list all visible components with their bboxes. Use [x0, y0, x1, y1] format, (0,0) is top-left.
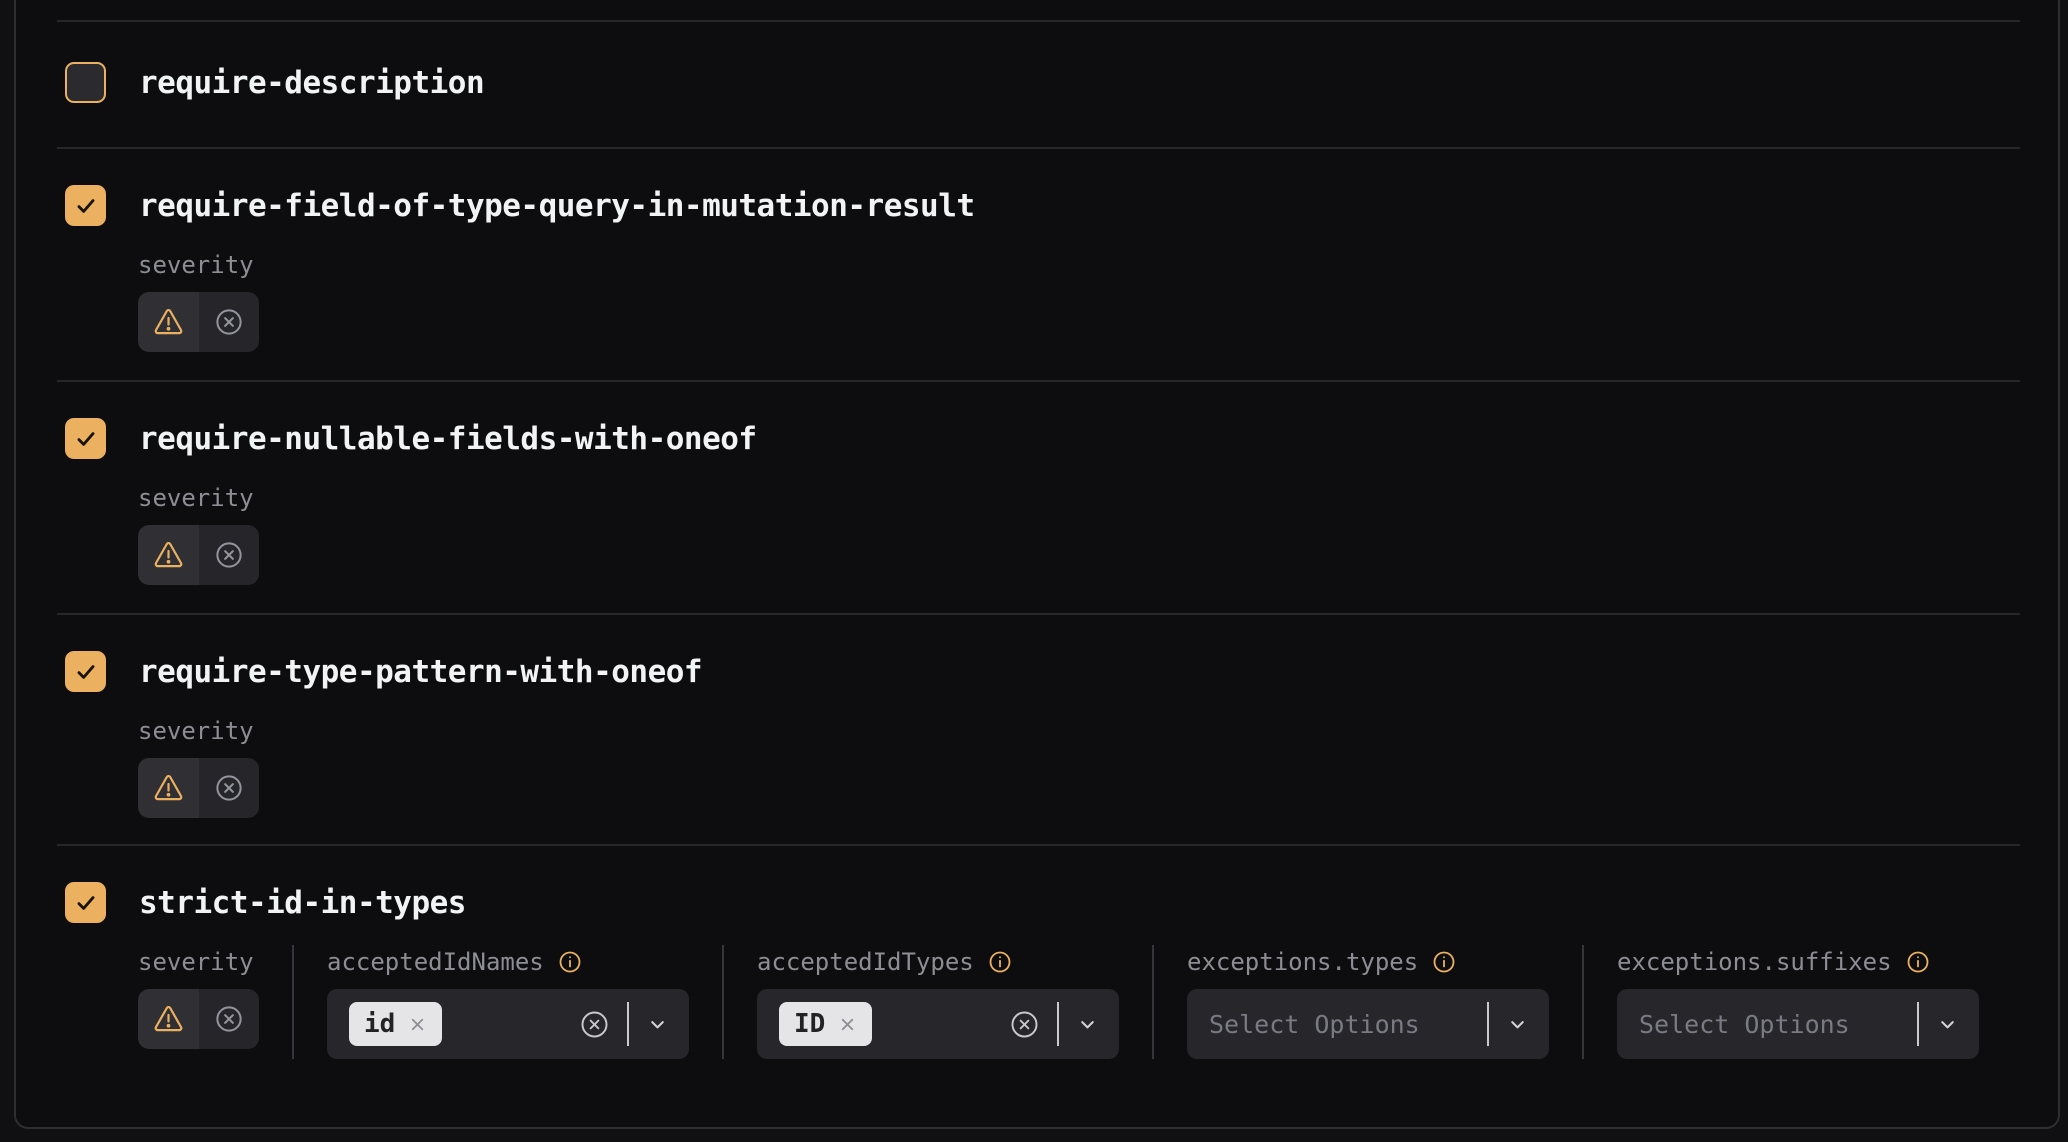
- info-icon[interactable]: [1432, 950, 1456, 974]
- severity-segmented-control-require-field-of-type-query-in-mutation-result[interactable]: [138, 292, 259, 352]
- select-placeholder: Select Options: [1209, 1010, 1420, 1039]
- clear-circle-x-icon[interactable]: [1009, 1009, 1040, 1040]
- rules-panel: require-description require-field-of-typ…: [14, 0, 2060, 1129]
- warning-triangle-icon: [153, 308, 184, 337]
- warning-triangle-icon: [153, 774, 184, 803]
- select-separator: [1917, 1002, 1919, 1046]
- config-column-exceptions.types: exceptions.types Select Options: [1152, 945, 1582, 1059]
- row-spacer: [57, 0, 2020, 20]
- multiselect-acceptedIdTypes[interactable]: ID: [757, 989, 1119, 1059]
- rule-title: require-field-of-type-query-in-mutation-…: [139, 188, 975, 224]
- rule-checkbox-require-nullable-fields-with-oneof[interactable]: [65, 418, 106, 459]
- rule-checkbox-require-type-pattern-with-oneof[interactable]: [65, 651, 106, 692]
- severity-label: severity: [138, 717, 254, 745]
- rule-row-require-type-pattern-with-oneof: require-type-pattern-with-oneof severity: [57, 613, 2020, 844]
- select-placeholder: Select Options: [1639, 1010, 1850, 1039]
- circle-x-icon: [214, 307, 244, 337]
- config-column-severity: severity: [138, 945, 292, 1059]
- config-column-exceptions.suffixes: exceptions.suffixes Select Options: [1582, 945, 2012, 1059]
- chevron-down-icon[interactable]: [1506, 1013, 1529, 1036]
- info-icon[interactable]: [988, 950, 1012, 974]
- rule-row-strict-id-in-types: strict-id-in-types severity acceptedIdNa…: [57, 844, 2020, 1127]
- field-label: acceptedIdNames: [327, 948, 544, 976]
- multiselect-acceptedIdNames[interactable]: id: [327, 989, 689, 1059]
- select-exceptions.types[interactable]: Select Options: [1187, 989, 1549, 1059]
- rule-title: require-description: [139, 65, 484, 101]
- rule-row-require-description: require-description: [57, 20, 2020, 147]
- severity-segmented-control-require-type-pattern-with-oneof[interactable]: [138, 758, 259, 818]
- warning-triangle-icon: [153, 541, 184, 570]
- field-label: exceptions.suffixes: [1617, 948, 1892, 976]
- config-column-acceptedIdTypes: acceptedIdTypes ID: [722, 945, 1152, 1059]
- severity-option-warn[interactable]: [138, 758, 199, 818]
- severity-label: severity: [138, 948, 254, 976]
- chevron-down-icon[interactable]: [646, 1013, 669, 1036]
- rule-checkbox-require-description[interactable]: [65, 62, 106, 103]
- severity-option-warn[interactable]: [138, 525, 199, 585]
- severity-label: severity: [138, 484, 254, 512]
- severity-label: severity: [138, 251, 254, 279]
- rule-row-require-nullable-fields-with-oneof: require-nullable-fields-with-oneof sever…: [57, 380, 2020, 613]
- chip-remove-icon[interactable]: [838, 1015, 857, 1034]
- severity-option-off[interactable]: [199, 292, 260, 352]
- rule-title: require-type-pattern-with-oneof: [139, 654, 702, 690]
- chip-label: id: [364, 1009, 395, 1039]
- warning-triangle-icon: [153, 1005, 184, 1034]
- selected-value-chip: id: [349, 1002, 442, 1046]
- rule-title: strict-id-in-types: [139, 885, 466, 921]
- rule-title: require-nullable-fields-with-oneof: [139, 421, 757, 457]
- select-separator: [1487, 1002, 1489, 1046]
- chip-label: ID: [794, 1009, 825, 1039]
- severity-segmented-control-require-nullable-fields-with-oneof[interactable]: [138, 525, 259, 585]
- chevron-down-icon[interactable]: [1076, 1013, 1099, 1036]
- field-label: acceptedIdTypes: [757, 948, 974, 976]
- rules-list: require-description require-field-of-typ…: [16, 0, 2058, 1127]
- severity-option-off[interactable]: [199, 989, 260, 1049]
- severity-option-warn[interactable]: [138, 989, 199, 1049]
- select-exceptions.suffixes[interactable]: Select Options: [1617, 989, 1979, 1059]
- circle-x-icon: [214, 1004, 244, 1034]
- severity-option-warn[interactable]: [138, 292, 199, 352]
- select-separator: [627, 1002, 629, 1046]
- config-column-acceptedIdNames: acceptedIdNames id: [292, 945, 722, 1059]
- select-separator: [1057, 1002, 1059, 1046]
- severity-segmented-control-strict-id-in-types[interactable]: [138, 989, 259, 1049]
- circle-x-icon: [214, 773, 244, 803]
- rule-checkbox-strict-id-in-types[interactable]: [65, 882, 106, 923]
- info-icon[interactable]: [1906, 950, 1930, 974]
- rule-checkbox-require-field-of-type-query-in-mutation-result[interactable]: [65, 185, 106, 226]
- rule-row-require-field-of-type-query-in-mutation-result: require-field-of-type-query-in-mutation-…: [57, 147, 2020, 380]
- clear-circle-x-icon[interactable]: [579, 1009, 610, 1040]
- severity-option-off[interactable]: [199, 758, 260, 818]
- chip-remove-icon[interactable]: [408, 1015, 427, 1034]
- field-label: exceptions.types: [1187, 948, 1418, 976]
- chevron-down-icon[interactable]: [1936, 1013, 1959, 1036]
- severity-option-off[interactable]: [199, 525, 260, 585]
- circle-x-icon: [214, 540, 244, 570]
- info-icon[interactable]: [558, 950, 582, 974]
- selected-value-chip: ID: [779, 1002, 872, 1046]
